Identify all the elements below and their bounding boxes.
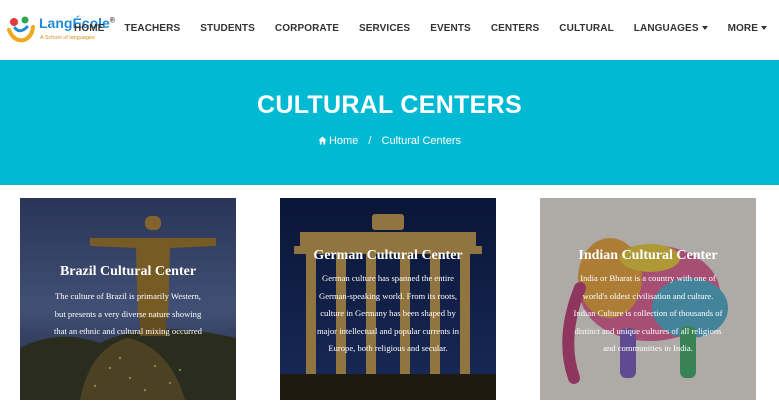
page-banner: CULTURAL CENTERS Home / Cultural Centers [0,60,779,185]
card-description: The culture of Brazil is primarily Weste… [54,291,202,336]
nav-item-students[interactable]: STUDENTS [200,23,255,34]
breadcrumb-home-link[interactable]: Home [318,135,361,147]
nav-item-events[interactable]: EVENTS [430,23,471,34]
page-title: CULTURAL CENTERS [257,91,522,119]
card-description: India or Bharat is a country with one of… [573,273,723,353]
chevron-down-icon [761,26,767,31]
card-description: German culture has spanned the entire Ge… [317,273,459,353]
chevron-down-icon [701,26,708,31]
nav-item-centers[interactable]: CENTERS [491,23,539,34]
nav-item-home[interactable]: HOME [74,23,104,34]
nav-item-cultural[interactable]: CULTURAL [559,23,614,34]
brazil-cultural-center-card[interactable]: Brazil Cultural Center The culture of Br… [20,198,236,400]
card-title: Brazil Cultural Center [59,264,197,279]
brand-logo-mark-icon [7,16,35,43]
breadcrumb-current: Cultural Centers [381,135,461,147]
home-icon [318,136,327,145]
main-nav: HOME TEACHERS STUDENTS CORPORATE SERVICE… [74,0,767,57]
breadcrumb: Home / Cultural Centers [0,135,779,147]
german-cultural-center-card[interactable]: German Cultural Center German culture ha… [280,198,496,400]
card-title: German Cultural Center [313,248,463,263]
nav-item-languages[interactable]: LANGUAGES [634,23,708,34]
breadcrumb-separator: / [368,135,372,147]
card-title: Indian Cultural Center [578,248,718,263]
nav-item-services[interactable]: SERVICES [359,23,410,34]
nav-item-more[interactable]: MORE [728,23,767,34]
indian-cultural-center-card[interactable]: Indian Cultural Center India or Bharat i… [540,198,756,400]
nav-item-teachers[interactable]: TEACHERS [124,23,180,34]
nav-item-corporate[interactable]: CORPORATE [275,23,339,34]
site-header: LangÉcole® A School of languages HOME TE… [0,0,779,60]
